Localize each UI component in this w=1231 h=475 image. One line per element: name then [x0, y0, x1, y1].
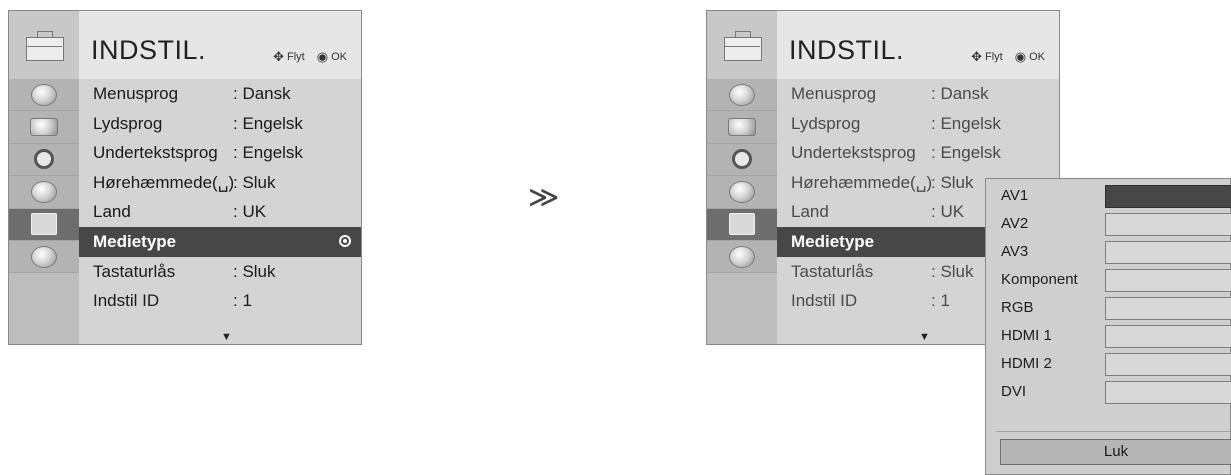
menu-row-audio-language[interactable]: Lydsprog: Engelsk [777, 109, 1059, 139]
option-box[interactable] [1105, 213, 1231, 236]
option-box[interactable] [1105, 269, 1231, 292]
ok-button-icon: ◉ [316, 49, 329, 64]
setup-menu-before: INDSTIL. ✥ Flyt ◉ OK Menusprog: Dansk Lyds… [8, 10, 362, 345]
popup-item-rgb[interactable]: RGB [986, 294, 1231, 322]
hint-move-label: Flyt [985, 51, 1003, 63]
option-box[interactable] [1105, 241, 1231, 264]
scroll-down-icon[interactable]: ▼ [919, 331, 930, 343]
menu-row-media-type[interactable]: Medietype [79, 226, 361, 257]
menu-row-country[interactable]: Land: UK [79, 197, 361, 227]
step-arrow-icon: ≫ [528, 180, 560, 215]
popup-item-av1[interactable]: AV1 [986, 182, 1231, 210]
hint-move-label: Flyt [287, 51, 305, 63]
option-box[interactable] [1105, 297, 1231, 320]
category-sidebar [707, 79, 778, 344]
menu-row-key-lock[interactable]: Tastaturlås: Sluk [79, 257, 361, 287]
setup-header-toolbox-icon [9, 11, 80, 79]
popup-item-component[interactable]: Komponent [986, 266, 1231, 294]
move-arrows-icon: ✥ [273, 49, 285, 64]
menu-row-subtitle-language[interactable]: Undertekstsprog: Engelsk [79, 138, 361, 168]
close-button[interactable]: Luk [1000, 439, 1231, 465]
move-arrows-icon: ✥ [971, 49, 983, 64]
ok-button-icon: ◉ [1014, 49, 1027, 64]
setup-header-toolbox-icon [707, 11, 778, 79]
toolbox-icon[interactable] [9, 208, 79, 241]
hint-ok-label: OK [1029, 51, 1045, 63]
clock-icon[interactable] [9, 176, 79, 209]
menu-title: INDSTIL. [91, 35, 207, 65]
satellite-dish-icon[interactable] [707, 79, 777, 112]
popup-item-dvi[interactable]: DVI [986, 378, 1231, 406]
navigation-hints: ✥ Flyt ◉ OK [971, 49, 1045, 65]
monitor-icon[interactable] [9, 111, 79, 144]
monitor-icon[interactable] [707, 111, 777, 144]
menu-header: INDSTIL. ✥ Flyt ◉ OK [79, 11, 361, 79]
lock-icon[interactable] [9, 240, 79, 274]
menu-row-set-id[interactable]: Indstil ID: 1 [79, 286, 361, 316]
popup-divider [996, 431, 1230, 432]
menu-row-hard-of-hearing[interactable]: Hørehæmmede(␣): Sluk [79, 168, 361, 198]
option-box[interactable] [1105, 353, 1231, 376]
menu-row-audio-language[interactable]: Lydsprog: Engelsk [79, 109, 361, 139]
settings-list: Menusprog: Dansk Lydsprog: Engelsk Under… [79, 79, 361, 344]
clock-icon[interactable] [707, 176, 777, 209]
menu-row-menu-language[interactable]: Menusprog: Dansk [79, 79, 361, 109]
hint-ok-label: OK [331, 51, 347, 63]
option-box[interactable] [1105, 381, 1231, 404]
lock-icon[interactable] [707, 240, 777, 274]
menu-title: INDSTIL. [789, 35, 905, 65]
speaker-icon[interactable] [707, 143, 777, 177]
category-sidebar [9, 79, 80, 344]
media-type-popup: AV1 AV2 AV3 Komponent RGB HDMI 1 HDMI 2 … [985, 178, 1231, 475]
popup-item-hdmi1[interactable]: HDMI 1 [986, 322, 1231, 350]
menu-header: INDSTIL. ✥ Flyt ◉ OK [777, 11, 1059, 79]
navigation-hints: ✥ Flyt ◉ OK [273, 49, 347, 65]
menu-row-subtitle-language[interactable]: Undertekstsprog: Engelsk [777, 138, 1059, 168]
toolbox-icon[interactable] [707, 208, 777, 241]
popup-item-av3[interactable]: AV3 [986, 238, 1231, 266]
satellite-dish-icon[interactable] [9, 79, 79, 112]
popup-item-av2[interactable]: AV2 [986, 210, 1231, 238]
menu-row-menu-language[interactable]: Menusprog: Dansk [777, 79, 1059, 109]
option-box[interactable] [1105, 185, 1231, 208]
ok-marker-icon [339, 234, 351, 247]
scroll-down-icon[interactable]: ▼ [221, 331, 232, 343]
popup-item-hdmi2[interactable]: HDMI 2 [986, 350, 1231, 378]
option-box[interactable] [1105, 325, 1231, 348]
speaker-icon[interactable] [9, 143, 79, 177]
